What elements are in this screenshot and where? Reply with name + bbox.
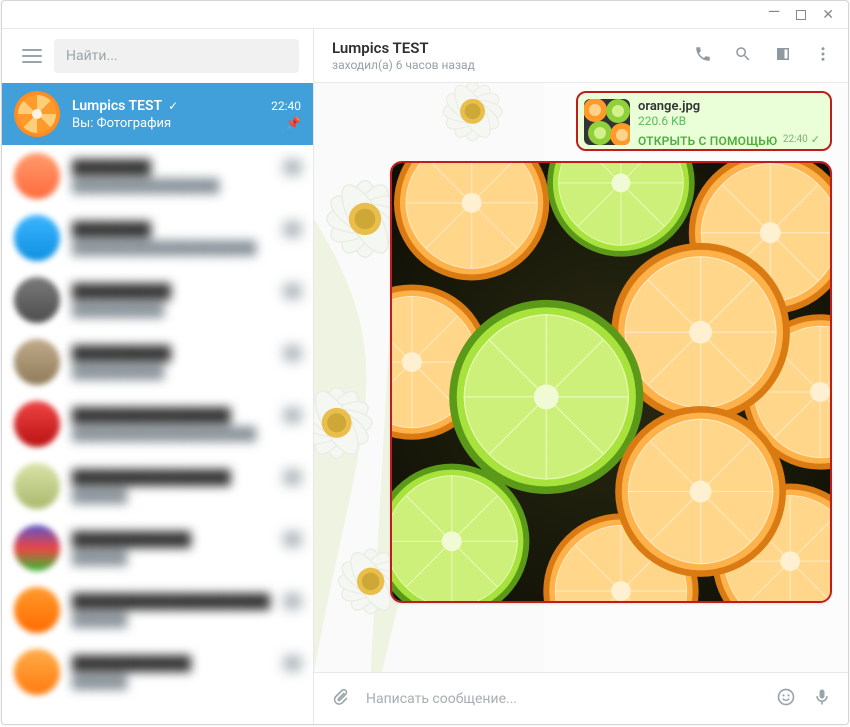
chat-item[interactable]: ██████████████████████████████ — [2, 207, 313, 269]
avatar — [14, 339, 60, 385]
chat-item-preview: Вы: Фотография 📌 — [72, 116, 301, 131]
message-time: 22:40✓ — [783, 133, 820, 146]
sidebar: Найти... Lumpics TEST ✓ 22:40 Вы: Фотогр — [2, 29, 314, 724]
file-name: orange.jpg — [638, 99, 822, 114]
avatar — [14, 587, 60, 633]
message-area[interactable]: orange.jpg 220.6 KB ОТКРЫТЬ С ПОМОЩЬЮ 22… — [314, 83, 848, 672]
avatar — [14, 401, 60, 447]
chat-status: заходил(а) 6 часов назад — [332, 58, 674, 72]
window-titlebar: — ✕ — [2, 1, 848, 29]
emoji-icon[interactable] — [776, 687, 796, 711]
chat-list[interactable]: Lumpics TEST ✓ 22:40 Вы: Фотография 📌 ██… — [2, 83, 313, 724]
call-icon[interactable] — [694, 45, 712, 67]
side-panel-icon[interactable] — [774, 45, 792, 67]
file-message[interactable]: orange.jpg 220.6 KB ОТКРЫТЬ С ПОМОЩЬЮ 22… — [576, 91, 832, 151]
avatar — [14, 463, 60, 509]
file-thumbnail — [584, 99, 630, 145]
avatar — [14, 525, 60, 571]
more-icon[interactable] — [814, 45, 832, 67]
content-area: Найти... Lumpics TEST ✓ 22:40 Вы: Фотогр — [2, 29, 848, 724]
chat-item[interactable]: ████████████████████████████ — [2, 579, 313, 641]
message-input[interactable] — [366, 691, 760, 707]
check-icon: ✓ — [168, 99, 178, 113]
menu-icon[interactable] — [22, 49, 42, 63]
chat-item[interactable]: ██████████████████████ — [2, 331, 313, 393]
chat-header: Lumpics TEST заходил(а) 6 часов назад — [314, 29, 848, 83]
file-size: 220.6 KB — [638, 114, 822, 128]
check-icon: ✓ — [811, 133, 820, 146]
chat-item-name: Lumpics TEST — [72, 98, 162, 114]
chat-item[interactable]: ████████████████████████ — [2, 455, 313, 517]
microphone-icon[interactable] — [812, 687, 832, 711]
chat-panel: Lumpics TEST заходил(а) 6 часов назад — [314, 29, 848, 724]
avatar — [14, 153, 60, 199]
compose-bar — [314, 672, 848, 724]
sidebar-topbar: Найти... — [2, 29, 313, 83]
chat-item-active[interactable]: Lumpics TEST ✓ 22:40 Вы: Фотография 📌 — [2, 83, 313, 145]
chat-item[interactable]: ████████████████████ — [2, 641, 313, 703]
chat-item[interactable]: ██████████████████████ — [2, 269, 313, 331]
chat-item-body: Lumpics TEST ✓ 22:40 Вы: Фотография 📌 — [72, 98, 301, 131]
search-input[interactable]: Найти... — [54, 39, 299, 73]
minimize-button[interactable]: — — [768, 2, 781, 21]
avatar — [14, 91, 60, 137]
avatar — [14, 277, 60, 323]
pin-icon: 📌 — [286, 116, 301, 130]
chat-title: Lumpics TEST — [332, 39, 674, 57]
chat-item[interactable]: ██████████████████████████ — [2, 145, 313, 207]
attach-icon[interactable] — [330, 687, 350, 711]
search-placeholder: Найти... — [66, 48, 118, 64]
photo-content — [392, 163, 830, 601]
chat-item[interactable]: ██████████████████████████████████████ — [2, 393, 313, 455]
close-button[interactable]: ✕ — [822, 7, 834, 23]
app-window: — ✕ Найти... Lumpics TEST — [1, 0, 849, 725]
chat-item[interactable]: ████████████████████ — [2, 517, 313, 579]
avatar — [14, 215, 60, 261]
maximize-button[interactable] — [796, 10, 806, 20]
photo-message[interactable] — [390, 161, 832, 603]
chat-item-time: 22:40 — [271, 99, 301, 113]
search-icon[interactable] — [734, 45, 752, 67]
avatar — [14, 649, 60, 695]
